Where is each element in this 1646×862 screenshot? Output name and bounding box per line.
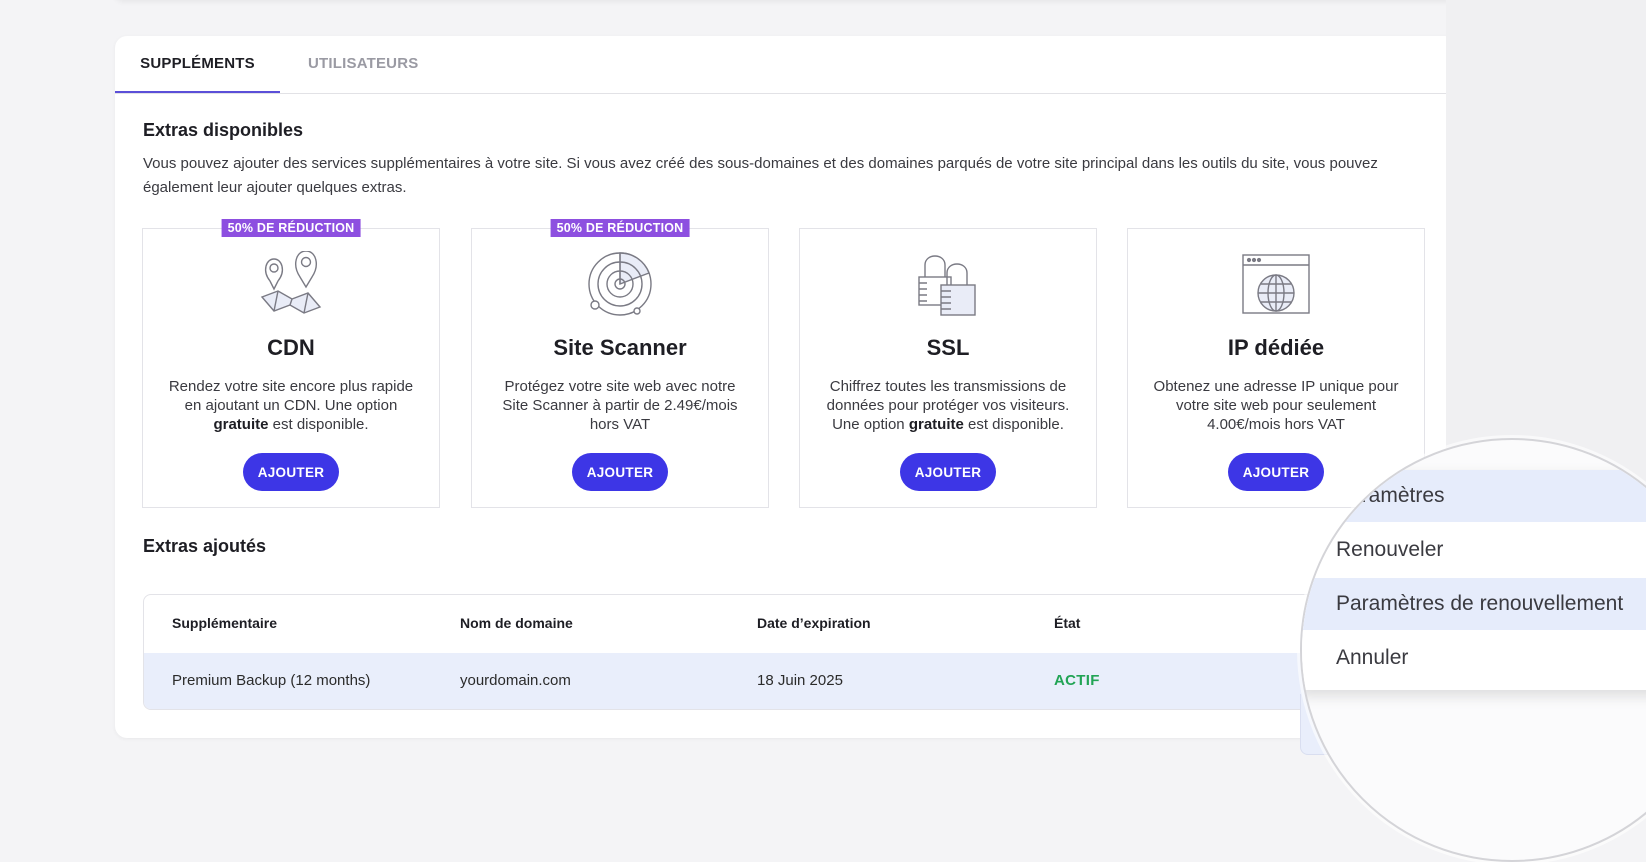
product-title: IP dédiée [1227, 335, 1325, 360]
browser-globe-icon [1242, 254, 1310, 314]
cell-expiry: 18 Juin 2025 [757, 672, 843, 689]
add-ssl-button[interactable]: AJOUTER [900, 453, 996, 491]
product-title: CDN [267, 335, 315, 360]
extras-card: SUPPLÉMENTS UTILISATEURS Extras disponib… [115, 36, 1457, 738]
product-title: SSL [926, 335, 970, 360]
menu-item-settings[interactable]: Paramètres [1302, 470, 1646, 522]
cell-domain: yourdomain.com [460, 672, 571, 689]
added-extras-title: Extras ajoutés [143, 536, 267, 556]
product-title: Site Scanner [553, 335, 687, 360]
product-description: Rendez votre site encore plus rapide en … [168, 378, 414, 433]
table-header: Supplémentaire Nom de domaine Date d’exp… [144, 595, 1402, 653]
map-pins-icon [260, 251, 322, 314]
column-header-expiry: Date d’expiration [757, 615, 871, 631]
tab-supplements[interactable]: SUPPLÉMENTS [115, 36, 280, 93]
menu-item-renew[interactable]: Renouveler [1302, 524, 1646, 576]
discount-badge: 50% DE RÉDUCTION [221, 219, 361, 237]
column-header-domain: Nom de domaine [460, 615, 573, 631]
padlocks-icon [918, 255, 976, 316]
row-context-menu: Paramètres Renouveler Paramètres de reno… [1302, 470, 1646, 690]
add-cdn-button[interactable]: AJOUTER [243, 453, 339, 491]
add-site-scanner-button[interactable]: AJOUTER [572, 453, 668, 491]
product-card-cdn: 50% DE RÉDUCTION CDN Rendez votre site e… [142, 219, 440, 508]
tab-users[interactable]: UTILISATEURS [308, 36, 418, 93]
column-header-addon: Supplémentaire [172, 615, 278, 631]
product-description: Obtenez une adresse IP unique pour votre… [1153, 378, 1399, 433]
status-badge: ACTIF [1054, 672, 1100, 689]
menu-item-cancel[interactable]: Annuler [1302, 632, 1646, 684]
product-description: Chiffrez toutes les transmissions de don… [826, 378, 1070, 433]
magnifier-callout: Paramètres Renouveler Paramètres de reno… [1300, 438, 1646, 862]
table-row[interactable]: Premium Backup (12 months) yourdomain.co… [144, 653, 1402, 709]
available-extras-title: Extras disponibles [143, 120, 304, 140]
product-card-site-scanner: 50% DE RÉDUCTION Site Scanner Protégez v… [471, 219, 769, 508]
discount-badge: 50% DE RÉDUCTION [550, 219, 690, 237]
menu-item-renewal-settings[interactable]: Paramètres de renouvellement [1302, 578, 1646, 630]
product-card-dedicated-ip: IP dédiée Obtenez une adresse IP unique … [1127, 228, 1425, 508]
radar-scanner-icon [588, 252, 652, 316]
column-header-status: État [1054, 615, 1081, 631]
added-extras-table: Supplémentaire Nom de domaine Date d’exp… [143, 594, 1403, 710]
product-description: Protégez votre site web avec notre Site … [502, 378, 738, 433]
available-extras-description: Vous pouvez ajouter des services supplém… [143, 155, 1378, 196]
cell-addon: Premium Backup (12 months) [172, 672, 371, 689]
tab-bar: SUPPLÉMENTS UTILISATEURS [115, 36, 1457, 94]
product-card-ssl: SSL Chiffrez toutes les transmissions de… [799, 228, 1097, 508]
